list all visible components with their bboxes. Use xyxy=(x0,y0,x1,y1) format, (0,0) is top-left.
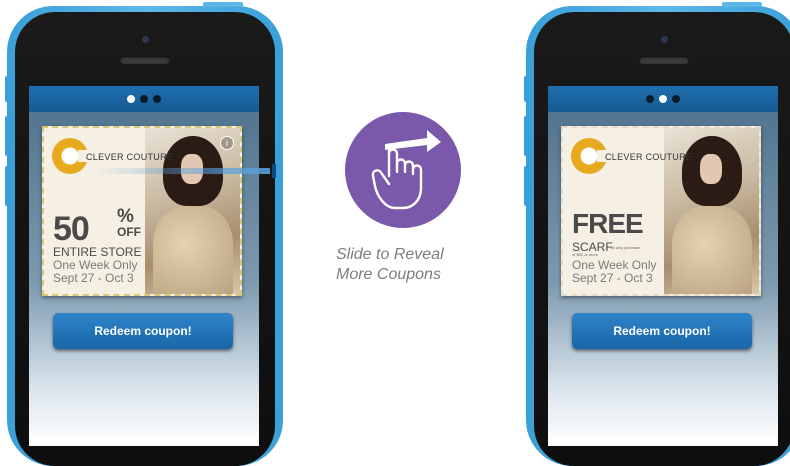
discount-number: 50 xyxy=(53,210,90,248)
page-dot-1[interactable] xyxy=(127,95,135,103)
coupon-card[interactable]: CLEVER COUTURE FREE SCARF w/ any purchas… xyxy=(561,126,761,296)
camera-icon xyxy=(142,36,149,43)
phone-side-button xyxy=(5,76,9,102)
info-icon[interactable]: i xyxy=(220,136,234,150)
pagination-bar xyxy=(548,86,778,112)
camera-icon xyxy=(661,36,668,43)
photo-dress xyxy=(153,206,233,294)
brand-name: CLEVER COUTURE xyxy=(605,152,693,162)
slide-hint-text: Slide to Reveal More Coupons xyxy=(336,245,476,285)
offer-item-note-2: of $50 or more xyxy=(572,252,599,257)
swipe-gesture-graphic xyxy=(371,130,441,210)
discount-off: OFF xyxy=(117,225,141,239)
offer-item-note: w/ any purchase xyxy=(611,245,641,250)
speaker-grille xyxy=(639,56,689,64)
swipe-trail xyxy=(95,168,270,174)
coupon-card[interactable]: CLEVER COUTURE i 50 % OFF ENTIRE STORE O… xyxy=(42,126,242,296)
left-phone: CLEVER COUTURE i 50 % OFF ENTIRE STORE O… xyxy=(5,2,283,466)
offer-headline: FREE xyxy=(572,208,644,239)
photo-face xyxy=(700,154,722,184)
right-phone-screen: CLEVER COUTURE FREE SCARF w/ any purchas… xyxy=(548,86,778,446)
offer-duration: One Week Only xyxy=(53,258,138,272)
page-dot-1[interactable] xyxy=(646,95,654,103)
offer-duration: One Week Only xyxy=(572,258,657,272)
speaker-grille xyxy=(120,56,170,64)
phone-side-button xyxy=(524,76,528,102)
offer-dates: Sept 27 - Oct 3 xyxy=(53,271,134,285)
left-phone-screen: CLEVER COUTURE i 50 % OFF ENTIRE STORE O… xyxy=(29,86,259,446)
phone-volume-up xyxy=(5,116,9,156)
offer-dates: Sept 27 - Oct 3 xyxy=(572,271,653,285)
slide-hint-line1: Slide to Reveal xyxy=(336,246,444,263)
page-dot-2[interactable] xyxy=(659,95,667,103)
redeem-coupon-button[interactable]: Redeem coupon! xyxy=(572,313,752,349)
clever-couture-logo-icon xyxy=(571,138,609,174)
pagination-bar xyxy=(29,86,259,112)
brand-name: CLEVER COUTURE xyxy=(86,152,174,162)
offer-scope: ENTIRE STORE xyxy=(53,245,142,259)
phone-volume-up xyxy=(524,116,528,156)
hand-pointer-swipe-icon xyxy=(345,112,461,228)
photo-dress xyxy=(672,206,752,294)
phone-volume-down xyxy=(5,166,9,206)
page-dot-3[interactable] xyxy=(672,95,680,103)
phone-top-button xyxy=(203,2,243,7)
slide-hint-line2: More Coupons xyxy=(336,266,441,283)
phone-volume-down xyxy=(524,166,528,206)
page-dot-2[interactable] xyxy=(140,95,148,103)
right-phone: CLEVER COUTURE FREE SCARF w/ any purchas… xyxy=(524,2,790,466)
redeem-coupon-button[interactable]: Redeem coupon! xyxy=(53,313,233,349)
phone-top-button xyxy=(722,2,762,7)
clever-couture-logo-icon xyxy=(52,138,90,174)
page-dot-3[interactable] xyxy=(153,95,161,103)
discount-percent: % xyxy=(117,206,134,227)
swipe-trail-end xyxy=(272,164,276,178)
